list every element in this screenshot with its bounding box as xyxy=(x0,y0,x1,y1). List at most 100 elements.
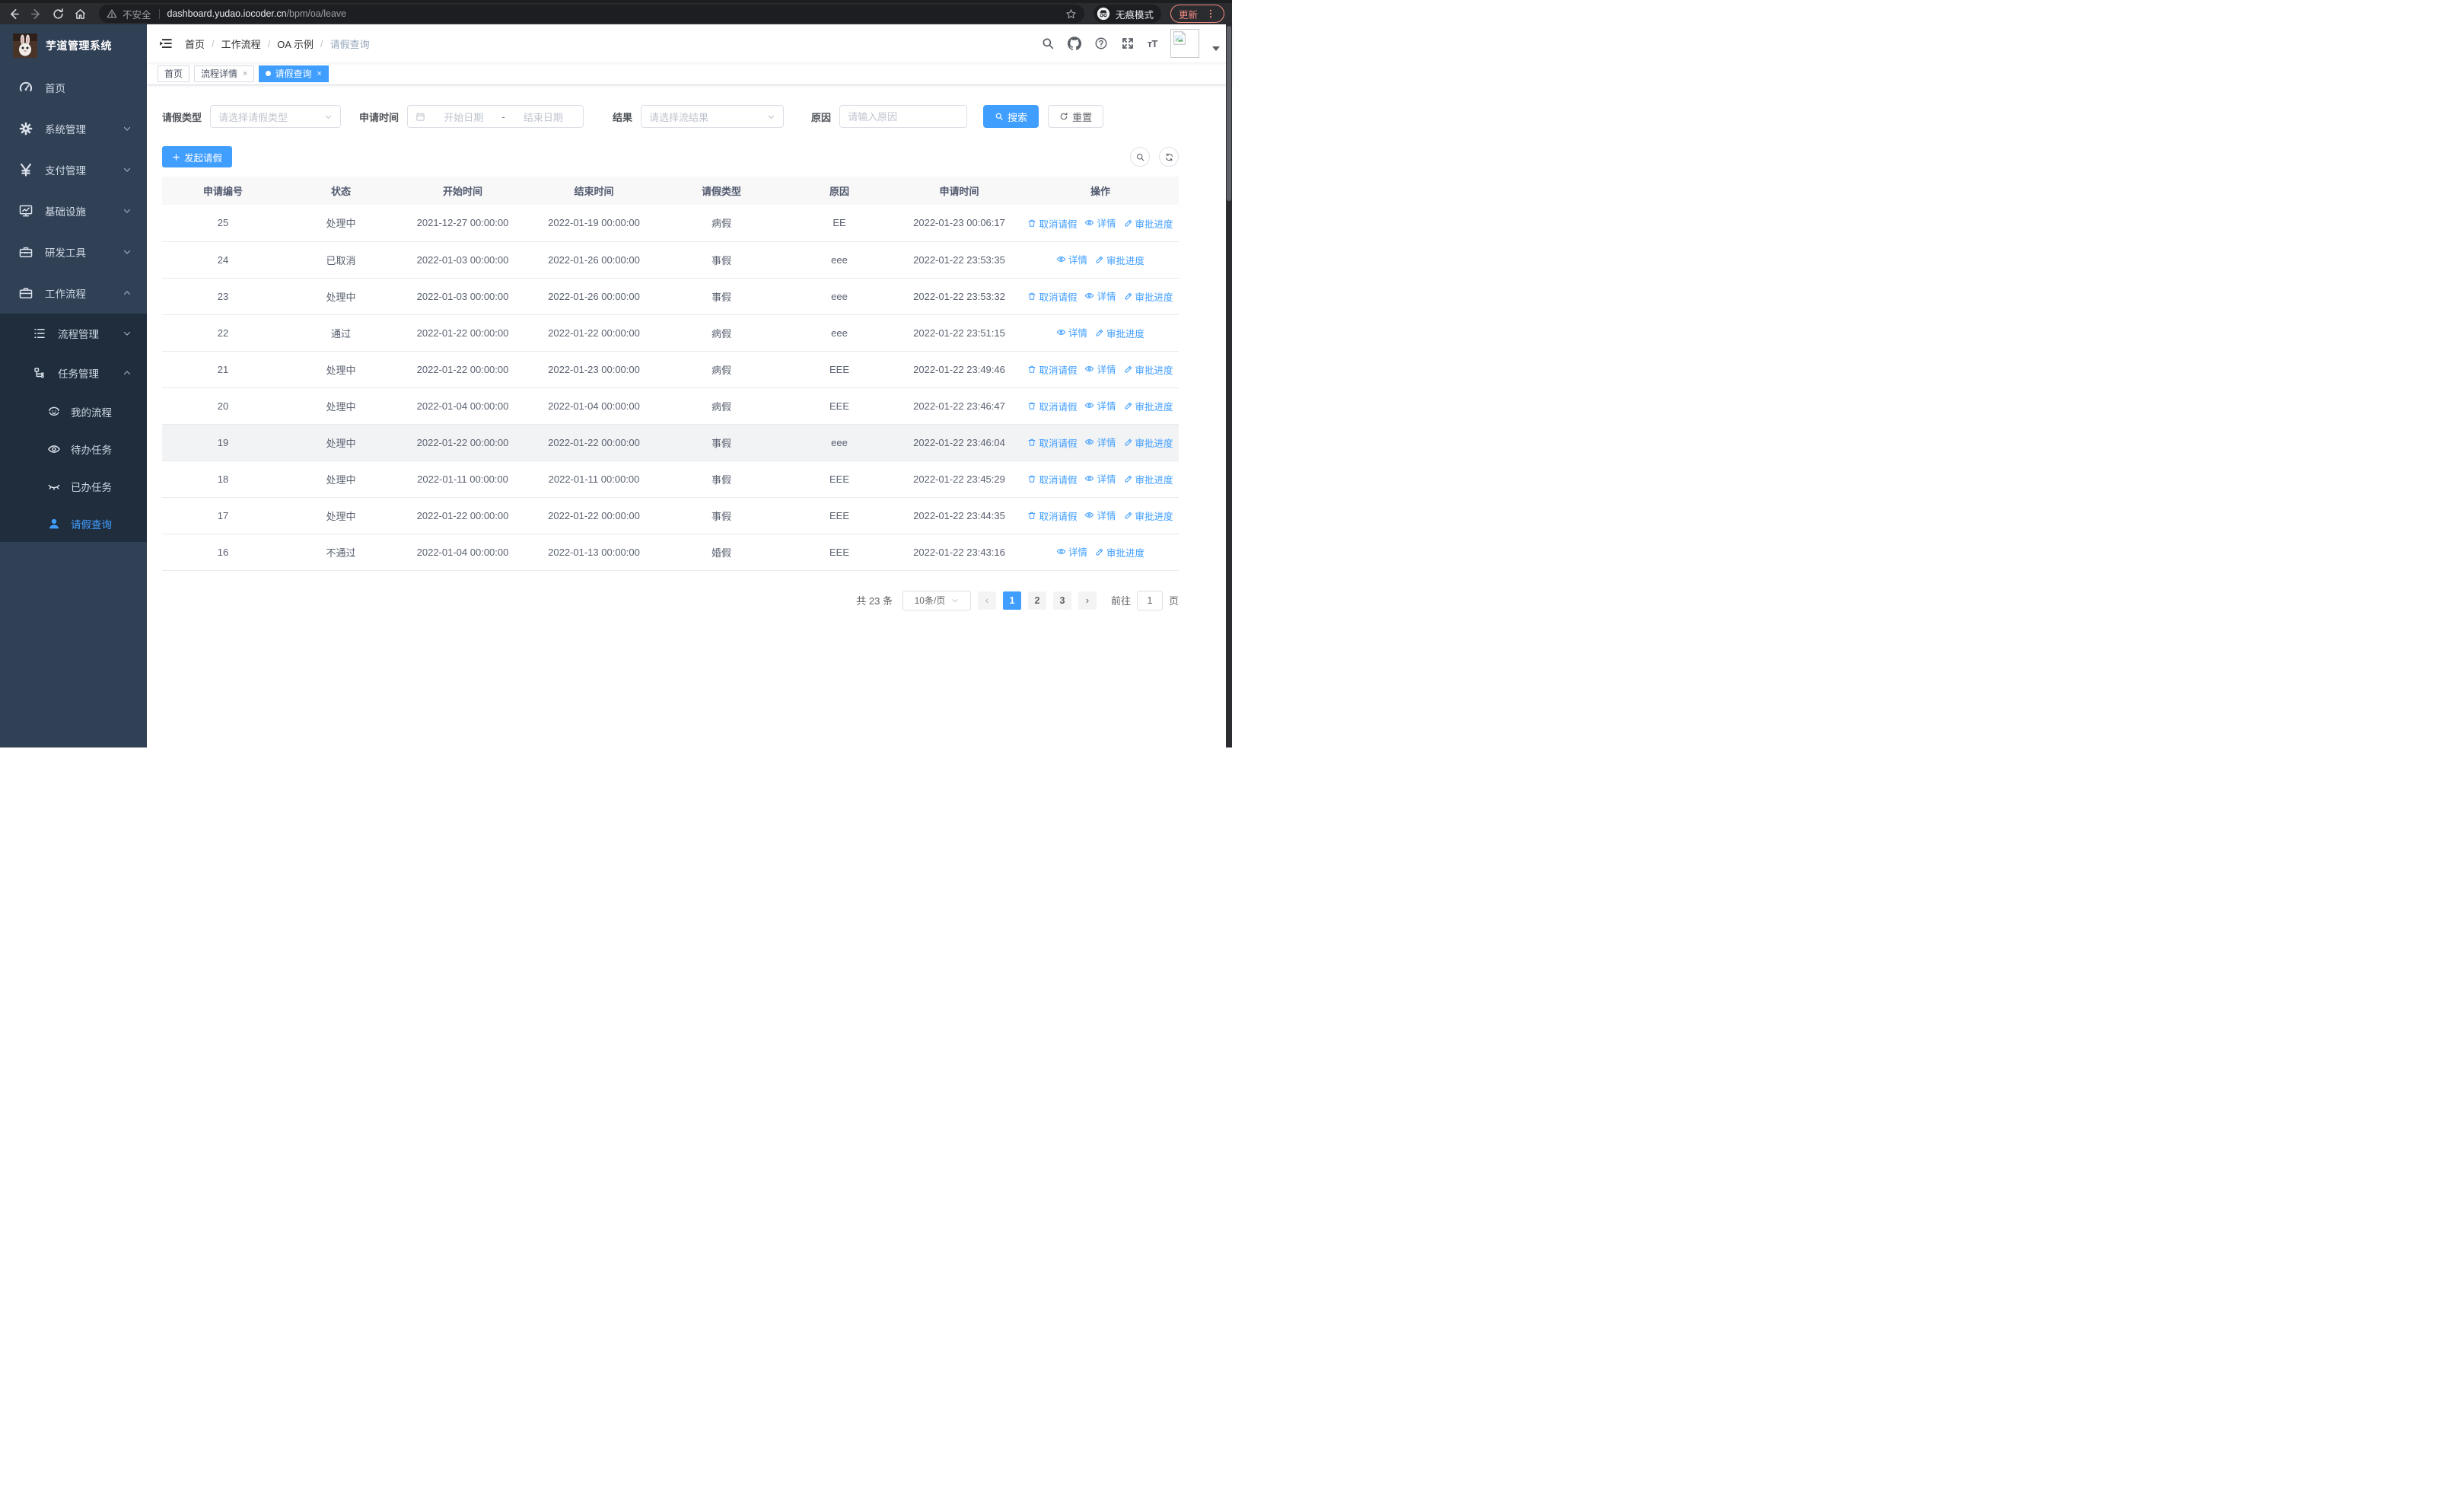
sidebar-item-done-tasks[interactable]: 已办任务 xyxy=(0,467,147,505)
trash-icon xyxy=(1028,512,1036,519)
scrollbar-thumb[interactable] xyxy=(1227,26,1231,201)
prev-page-button[interactable]: ‹ xyxy=(977,591,996,610)
next-page-button[interactable]: › xyxy=(1078,591,1097,610)
approval-progress-link[interactable]: 审批进度 xyxy=(1095,545,1144,559)
cancel-leave-link[interactable]: 取消请假 xyxy=(1027,472,1077,486)
detail-link[interactable]: 详情 xyxy=(1084,508,1116,522)
sidebar-item-payment[interactable]: 支付管理 xyxy=(0,149,147,190)
sidebar-item-task-mgmt[interactable]: 任务管理 xyxy=(0,353,147,393)
tab-process-detail[interactable]: 流程详情 × xyxy=(194,65,255,82)
url-bar[interactable]: 不安全 dashboard.yudao.iocoder.cn/bpm/oa/le… xyxy=(99,5,1084,23)
detail-link[interactable]: 详情 xyxy=(1084,471,1116,486)
create-leave-button[interactable]: 发起请假 xyxy=(162,146,233,167)
breadcrumb-home[interactable]: 首页 xyxy=(185,37,205,51)
detail-link[interactable]: 详情 xyxy=(1056,544,1087,559)
approval-progress-link[interactable]: 审批进度 xyxy=(1095,326,1144,340)
approval-progress-link[interactable]: 审批进度 xyxy=(1124,216,1173,231)
avatar-dropdown-caret[interactable] xyxy=(1212,46,1220,51)
refresh-table-button[interactable] xyxy=(1159,147,1179,167)
apply-time-range-picker[interactable]: 开始日期 - 结束日期 xyxy=(407,105,584,128)
tab-leave-query[interactable]: 请假查询 × xyxy=(259,65,329,82)
goto-page-input[interactable] xyxy=(1136,590,1163,610)
sidebar-item-leave-query[interactable]: 请假查询 xyxy=(0,505,147,542)
sidebar-item-devtools[interactable]: 研发工具 xyxy=(0,231,147,273)
eye-icon xyxy=(48,445,60,453)
approval-progress-link[interactable]: 审批进度 xyxy=(1124,362,1173,377)
toggle-search-button[interactable] xyxy=(1130,147,1150,167)
tab-home[interactable]: 首页 xyxy=(158,65,190,82)
home-icon[interactable] xyxy=(74,8,87,21)
sidebar-item-process-mgmt[interactable]: 流程管理 xyxy=(0,314,147,353)
update-label[interactable]: 更新 xyxy=(1179,7,1198,21)
sidebar-item-todo-tasks[interactable]: 待办任务 xyxy=(0,430,147,467)
reset-button[interactable]: 重置 xyxy=(1048,105,1104,128)
detail-link[interactable]: 详情 xyxy=(1084,398,1116,413)
col-status: 状态 xyxy=(284,177,398,205)
page-button-3[interactable]: 3 xyxy=(1052,591,1071,610)
breadcrumb-workflow[interactable]: 工作流程 xyxy=(221,37,261,51)
page-button-1[interactable]: 1 xyxy=(1002,591,1021,610)
fullscreen-icon[interactable] xyxy=(1121,37,1135,50)
cancel-leave-link[interactable]: 取消请假 xyxy=(1027,435,1077,450)
page-button-2[interactable]: 2 xyxy=(1027,591,1046,610)
page-size-select[interactable]: 10条/页 xyxy=(902,590,971,610)
approval-progress-link[interactable]: 审批进度 xyxy=(1124,472,1173,486)
sidebar-item-label: 任务管理 xyxy=(58,368,99,380)
search-icon[interactable] xyxy=(1041,37,1055,50)
page-scrollbar[interactable] xyxy=(1226,24,1232,748)
sidebar-item-infra[interactable]: 基础设施 xyxy=(0,190,147,231)
app-title: 芋道管理系统 xyxy=(46,40,112,52)
table-row: 23 处理中 2022-01-03 00:00:00 2022-01-26 00:00… xyxy=(162,278,1179,315)
apply-time-cell: 2022-01-22 23:49:46 xyxy=(896,351,1022,388)
sidebar-item-system[interactable]: 系统管理 xyxy=(0,108,147,149)
update-chip[interactable]: 更新 xyxy=(1170,5,1224,23)
github-icon[interactable] xyxy=(1067,37,1081,50)
breadcrumb-oa[interactable]: OA 示例 xyxy=(277,37,314,51)
actions-cell: 详情 审批进度 xyxy=(1022,241,1179,279)
cancel-leave-link[interactable]: 取消请假 xyxy=(1027,362,1077,377)
bookmark-star-icon[interactable] xyxy=(1065,8,1077,20)
approval-progress-link[interactable]: 审批进度 xyxy=(1124,289,1173,304)
approval-progress-link[interactable]: 审批进度 xyxy=(1124,435,1173,450)
reload-icon[interactable] xyxy=(52,8,65,21)
forward-icon[interactable] xyxy=(30,8,43,21)
search-button[interactable]: 搜索 xyxy=(983,105,1039,128)
sidebar-item-my-process[interactable]: 我的流程 xyxy=(0,393,147,430)
detail-link[interactable]: 详情 xyxy=(1084,362,1116,376)
cancel-leave-link[interactable]: 取消请假 xyxy=(1027,289,1077,304)
approval-progress-link[interactable]: 审批进度 xyxy=(1124,508,1173,523)
leave-type-select[interactable]: 请选择请假类型 xyxy=(210,105,342,128)
approval-progress-link[interactable]: 审批进度 xyxy=(1095,253,1144,267)
actions-cell: 取消请假 详情 审批进度 xyxy=(1022,205,1179,242)
detail-link[interactable]: 详情 xyxy=(1056,252,1087,266)
avatar[interactable] xyxy=(1170,29,1199,58)
table-row: 21 处理中 2022-01-22 00:00:00 2022-01-23 00:00… xyxy=(162,351,1179,388)
result-select[interactable]: 请选择流结果 xyxy=(641,105,785,128)
font-size-icon[interactable]: ᴛT xyxy=(1148,38,1158,49)
actions-cell: 取消请假 详情 审批进度 xyxy=(1022,278,1179,315)
sidebar-item-workflow[interactable]: 工作流程 xyxy=(0,273,147,314)
apply-time-cell: 2022-01-22 23:43:16 xyxy=(896,534,1022,571)
search-form: 请假类型 请选择请假类型 申请时间 开始日期 - 结束日期 结果 请选择流结果 xyxy=(162,105,1179,128)
cancel-leave-link[interactable]: 取消请假 xyxy=(1027,508,1077,523)
browser-menu-icon[interactable] xyxy=(1205,8,1216,19)
trash-icon xyxy=(1028,366,1036,373)
reason-input[interactable] xyxy=(848,110,960,123)
detail-link[interactable]: 详情 xyxy=(1084,215,1116,230)
detail-link[interactable]: 详情 xyxy=(1084,435,1116,449)
help-icon[interactable] xyxy=(1094,37,1108,50)
app-logo[interactable]: 芋道管理系统 xyxy=(0,24,147,67)
close-icon[interactable]: × xyxy=(243,69,247,78)
cancel-leave-link[interactable]: 取消请假 xyxy=(1027,399,1077,413)
active-tab-dot xyxy=(266,71,272,76)
back-icon[interactable] xyxy=(8,8,21,21)
detail-link[interactable]: 详情 xyxy=(1056,325,1087,339)
close-icon[interactable]: × xyxy=(317,69,321,78)
page-suffix: 页 xyxy=(1168,595,1179,607)
cancel-leave-link[interactable]: 取消请假 xyxy=(1027,216,1077,231)
sidebar-item-home[interactable]: 首页 xyxy=(0,67,147,108)
sidebar-collapse-icon[interactable] xyxy=(159,37,173,51)
approval-progress-link[interactable]: 审批进度 xyxy=(1124,399,1173,413)
detail-link[interactable]: 详情 xyxy=(1084,288,1116,303)
reason-cell: EE xyxy=(782,205,896,242)
